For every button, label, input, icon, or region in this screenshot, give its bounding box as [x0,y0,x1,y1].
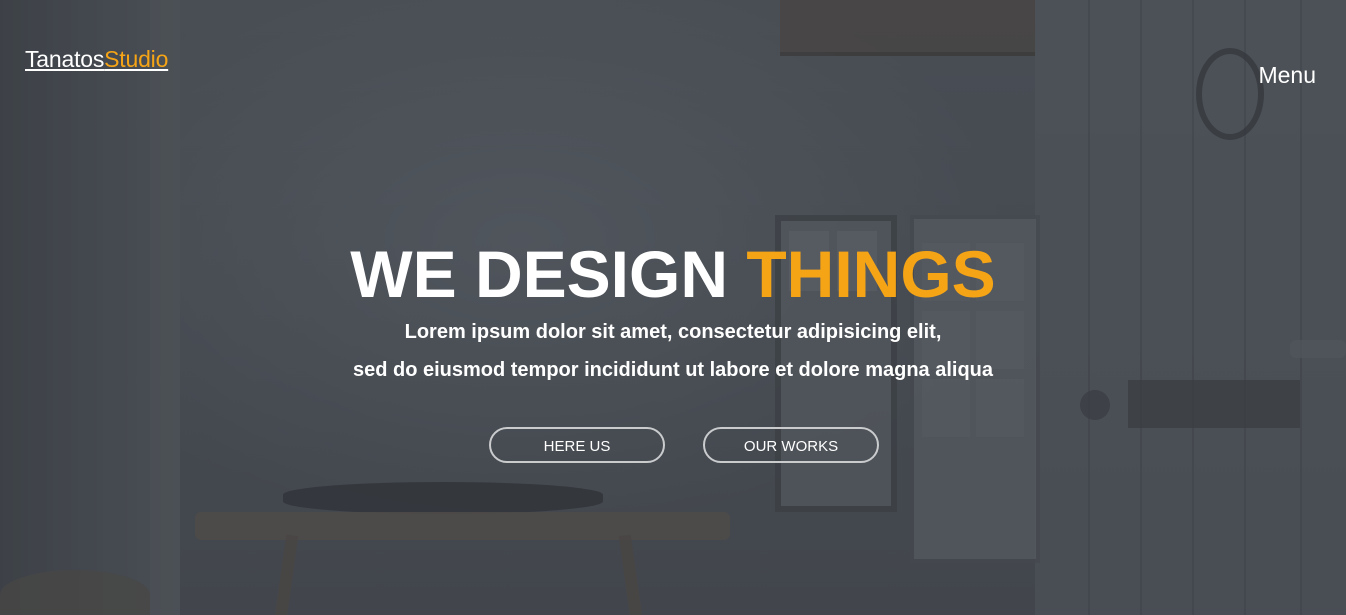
brand-logo[interactable]: TanatosStudio [25,46,168,73]
here-us-button[interactable]: HERE US [489,427,665,463]
menu-link[interactable]: Menu [1258,62,1316,89]
headline-accent: THINGS [746,237,996,311]
logo-accent-text: Studio [104,46,169,72]
logo-primary-text: Tanatos [25,46,105,72]
hero-subtitle-line2: sed do eiusmod tempor incididunt ut labo… [352,359,994,381]
hero-subtitle-line1: Lorem ipsum dolor sit amet, consectetur … [404,321,942,343]
our-works-button[interactable]: OUR WORKS [703,427,879,463]
hero-headline: WE DESIGN THINGS [0,236,1346,312]
headline-main: WE DESIGN [350,237,728,311]
